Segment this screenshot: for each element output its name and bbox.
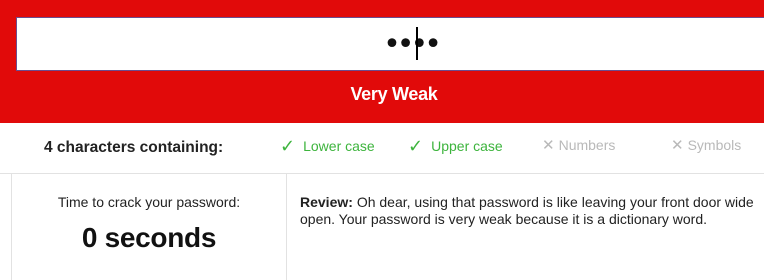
- cross-icon: ✕: [671, 136, 684, 154]
- criterion-numbers: ✕ Numbers: [542, 137, 615, 153]
- crack-time-panel: Time to crack your password: 0 seconds: [11, 174, 287, 280]
- criterion-label: Symbols: [687, 137, 742, 153]
- results-row: Time to crack your password: 0 seconds R…: [0, 174, 764, 280]
- strength-label: Very Weak: [350, 84, 438, 104]
- cross-icon: ✕: [542, 136, 555, 154]
- character-count: 4 characters containing:: [44, 139, 224, 156]
- crack-time-value: 0 seconds: [81, 222, 217, 253]
- review-heading: Review:: [300, 194, 353, 210]
- review-text: Oh dear, using that password is like lea…: [300, 194, 754, 227]
- criterion-label: Lower case: [303, 138, 375, 154]
- review-panel: Review: Oh dear, using that password is …: [300, 194, 755, 228]
- crack-time-label: Time to crack your password:: [57, 194, 241, 210]
- criterion-label: Upper case: [431, 138, 503, 154]
- password-checker: Very Weak 4 characters containing: ✓ Low…: [0, 0, 764, 280]
- criterion-label: Numbers: [558, 137, 616, 153]
- criterion-lower-case: ✓ Lower case: [280, 137, 375, 155]
- check-icon: ✓: [280, 136, 296, 156]
- password-input[interactable]: [16, 17, 764, 71]
- check-icon: ✓: [408, 136, 424, 156]
- password-summary: 4 characters containing: ✓ Lower case ✓ …: [0, 123, 764, 174]
- criterion-upper-case: ✓ Upper case: [408, 137, 503, 155]
- criterion-symbols: ✕ Symbols: [671, 137, 741, 153]
- text-caret: [416, 27, 418, 60]
